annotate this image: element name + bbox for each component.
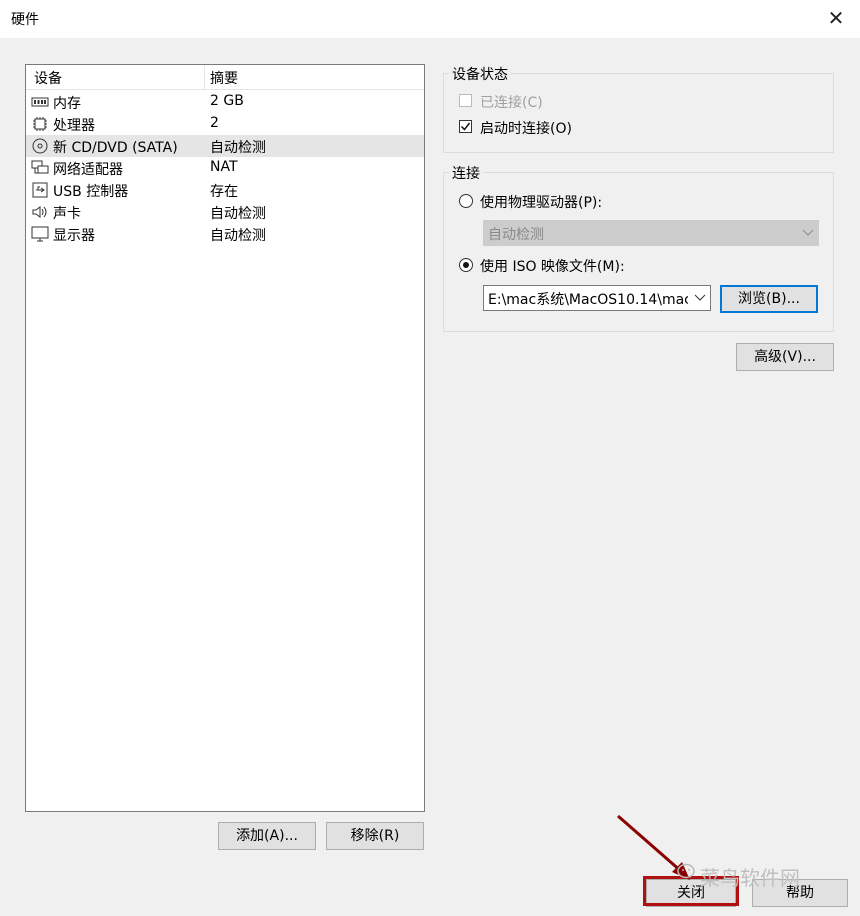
device-status-title: 设备状态 [449, 64, 511, 84]
physical-drive-value: 自动检测 [488, 227, 544, 243]
memory-icon [31, 94, 49, 110]
connect-at-power-on-label: 启动时连接(O) [480, 121, 572, 137]
connection-title: 连接 [449, 163, 483, 183]
chevron-down-icon [694, 294, 706, 301]
connected-checkbox[interactable] [459, 94, 472, 107]
wechat-icon [677, 863, 695, 879]
physical-drive-label: 使用物理驱动器(P): [480, 195, 603, 211]
device-summary: 自动检测 [210, 228, 266, 244]
physical-drive-radio[interactable] [459, 194, 473, 208]
device-name: 声卡 [53, 206, 81, 222]
network-adapter-icon [31, 160, 49, 176]
column-header-summary[interactable]: 摘要 [210, 68, 238, 88]
radio-selected-dot [463, 262, 469, 268]
cd-dvd-icon [31, 138, 49, 154]
usb-icon [31, 182, 49, 198]
device-name: 新 CD/DVD (SATA) [53, 140, 178, 156]
device-name: USB 控制器 [53, 184, 129, 200]
remove-button[interactable]: 移除(R) [326, 822, 424, 850]
device-row-processor[interactable]: 处理器 2 [26, 113, 424, 135]
checkmark-icon [460, 122, 471, 131]
device-name: 显示器 [53, 228, 95, 244]
device-row-sound-card[interactable]: 声卡 自动检测 [26, 201, 424, 223]
device-summary: 自动检测 [210, 140, 266, 156]
column-header-device[interactable]: 设备 [34, 68, 62, 88]
browse-button[interactable]: 浏览(B)... [720, 285, 818, 313]
device-name: 网络适配器 [53, 162, 123, 178]
iso-path-combobox[interactable]: E:\mac系统\MacOS10.14\mac [483, 285, 711, 311]
device-summary: 2 [210, 115, 219, 131]
device-name: 内存 [53, 96, 81, 112]
close-icon[interactable]: ✕ [824, 6, 848, 30]
connect-at-power-on-checkbox[interactable] [459, 120, 472, 133]
advanced-button[interactable]: 高级(V)... [736, 343, 834, 371]
device-summary: NAT [210, 159, 238, 175]
device-summary: 存在 [210, 184, 238, 200]
device-row-usb[interactable]: USB 控制器 存在 [26, 179, 424, 201]
iso-image-radio[interactable] [459, 258, 473, 272]
watermark-text: 菜鸟软件网 [700, 866, 800, 890]
device-row-memory[interactable]: 内存 2 GB [26, 91, 424, 113]
iso-image-label: 使用 ISO 映像文件(M): [480, 259, 625, 275]
window-title: 硬件 [11, 12, 39, 28]
title-bar: 硬件 ✕ [0, 0, 860, 38]
column-separator[interactable] [204, 65, 205, 89]
device-summary: 2 GB [210, 93, 244, 109]
display-icon [31, 226, 49, 242]
chevron-down-icon [802, 229, 814, 236]
device-list[interactable]: 设备 摘要 内存 2 GB 处理器 2 新 CD/DVD (SATA) 自动检测… [25, 64, 425, 812]
physical-drive-select[interactable]: 自动检测 [483, 220, 819, 246]
add-button[interactable]: 添加(A)... [218, 822, 316, 850]
device-list-header: 设备 摘要 [26, 65, 424, 90]
sound-card-icon [31, 204, 49, 220]
device-row-display[interactable]: 显示器 自动检测 [26, 223, 424, 245]
device-status-group [443, 73, 834, 153]
device-name: 处理器 [53, 118, 95, 134]
device-row-cd-dvd[interactable]: 新 CD/DVD (SATA) 自动检测 [26, 135, 424, 157]
connected-label: 已连接(C) [480, 95, 543, 111]
processor-icon [31, 116, 49, 132]
iso-path-value: E:\mac系统\MacOS10.14\mac [488, 292, 688, 308]
device-summary: 自动检测 [210, 206, 266, 222]
device-row-network-adapter[interactable]: 网络适配器 NAT [26, 157, 424, 179]
